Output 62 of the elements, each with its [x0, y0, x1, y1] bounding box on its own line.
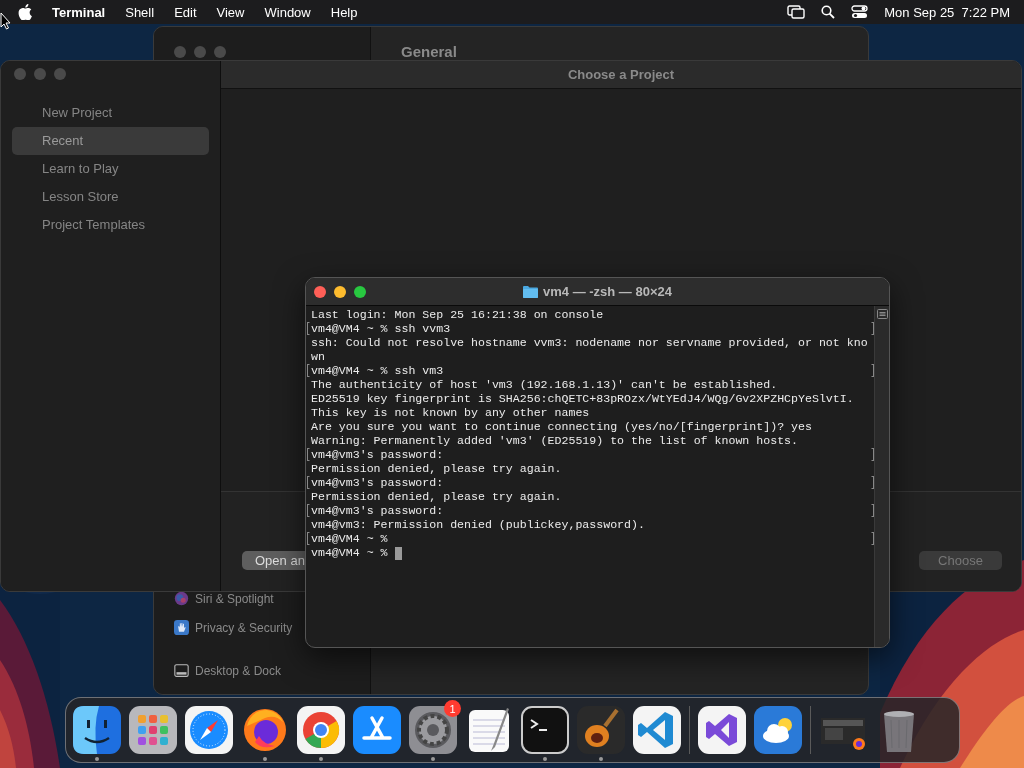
gear-icon[interactable]: [409, 706, 457, 754]
dock-icon: [174, 663, 189, 678]
menu-item[interactable]: Help: [330, 4, 358, 20]
search-icon[interactable]: [821, 5, 836, 19]
loop-icon[interactable]: [698, 706, 746, 754]
terminal-line: This key is not known by any other names: [311, 406, 590, 420]
apple-icon[interactable]: [18, 4, 32, 20]
terminal-line: vm4@vm3's password:: [311, 476, 444, 490]
terminal-line: ssh: Could not resolve hostname vvm3: nodename nor servname provided, or not kno: [311, 336, 868, 350]
terminal-line: vm4@VM4 ~ %: [311, 546, 388, 560]
menu-item[interactable]: Shell: [125, 4, 155, 20]
terminal-line: Permission denied, please try again.: [311, 462, 562, 476]
terminal-line: vm4@VM4 ~ % ssh vm3: [311, 364, 444, 378]
menu-clock[interactable]: Mon Sep 25 7:22 PM: [884, 4, 1010, 20]
screen-mirroring-icon[interactable]: [787, 5, 806, 19]
menu-item[interactable]: View: [216, 4, 245, 20]
app-menu[interactable]: Terminal: [52, 4, 106, 20]
terminal-line: vm4@vm3's password:: [311, 504, 444, 518]
prompt-icon[interactable]: [521, 706, 569, 754]
orb-icon: [174, 591, 189, 606]
terminal-line: Last login: Mon Sep 25 16:21:38 on console: [311, 308, 604, 322]
sidebar-item[interactable]: Lesson Store: [12, 183, 209, 211]
window-title: vm4 — -zsh — 80×24: [543, 284, 672, 299]
app-store-icon[interactable]: [353, 706, 401, 754]
terminal-line: vm4@VM4 ~ % ssh vvm3: [311, 322, 451, 336]
menu-item[interactable]: Window: [264, 4, 311, 20]
terminal-line: Permission denied, please try again.: [311, 490, 562, 504]
terminal-line: ED25519 key fingerprint is SHA256:chQETC+83pROzx/WtYEdJ4/WQg/Gv2XPZHCpYeSlvtI.: [311, 392, 854, 406]
window-title: General: [401, 43, 458, 60]
zoom-button[interactable]: [354, 285, 366, 298]
notification-badge: 1: [444, 700, 461, 717]
sidebar-item[interactable]: Siri & Spotlight: [174, 591, 274, 606]
face-icon[interactable]: [73, 706, 121, 754]
pointer-icon: [0, 12, 11, 30]
cloud-icon[interactable]: [754, 706, 802, 754]
control-center-icon[interactable]: [851, 5, 869, 19]
minimize-button[interactable]: [334, 285, 346, 298]
sidebar-item[interactable]: Recent: [12, 127, 209, 155]
terminal-line: wn: [311, 350, 325, 364]
list-icon[interactable]: [876, 309, 888, 319]
fox-icon[interactable]: [241, 706, 289, 754]
sidebar-item[interactable]: New Project: [12, 99, 209, 127]
terminal-line: vm4@vm3: Permission denied (publickey,password).: [311, 518, 645, 532]
sidebar-item[interactable]: Learn to Play: [12, 155, 209, 183]
compass-icon[interactable]: [185, 706, 233, 754]
close-button[interactable]: [314, 285, 326, 298]
terminal-line: vm4@VM4 ~ %: [311, 532, 388, 546]
menu-item[interactable]: Edit: [174, 4, 197, 20]
open-button[interactable]: Open an: [242, 551, 305, 570]
terminal-line: Are you sure you want to continue connecting (yes/no/[fingerprint])? yes: [311, 420, 812, 434]
sidebar-item[interactable]: Project Templates: [12, 211, 209, 239]
window-title: Choose a Project: [567, 67, 675, 82]
terminal-line: The authenticity of host 'vm3 (192.168.1.13)' can't be established.: [311, 378, 778, 392]
sidebar-item[interactable]: Desktop & Dock: [174, 663, 282, 678]
hand-icon: [174, 620, 189, 635]
ribbon-icon[interactable]: [633, 706, 681, 754]
terminal-line: vm4@vm3's password:: [311, 448, 444, 462]
folder-icon: [523, 285, 538, 298]
terminal-line: Warning: Permanently added 'vm3' (ED25519) to the list of known hosts.: [311, 434, 799, 448]
sidebar-item[interactable]: Privacy & Security: [174, 620, 293, 635]
app-grid-icon[interactable]: [129, 706, 177, 754]
browser-icon[interactable]: [297, 706, 345, 754]
